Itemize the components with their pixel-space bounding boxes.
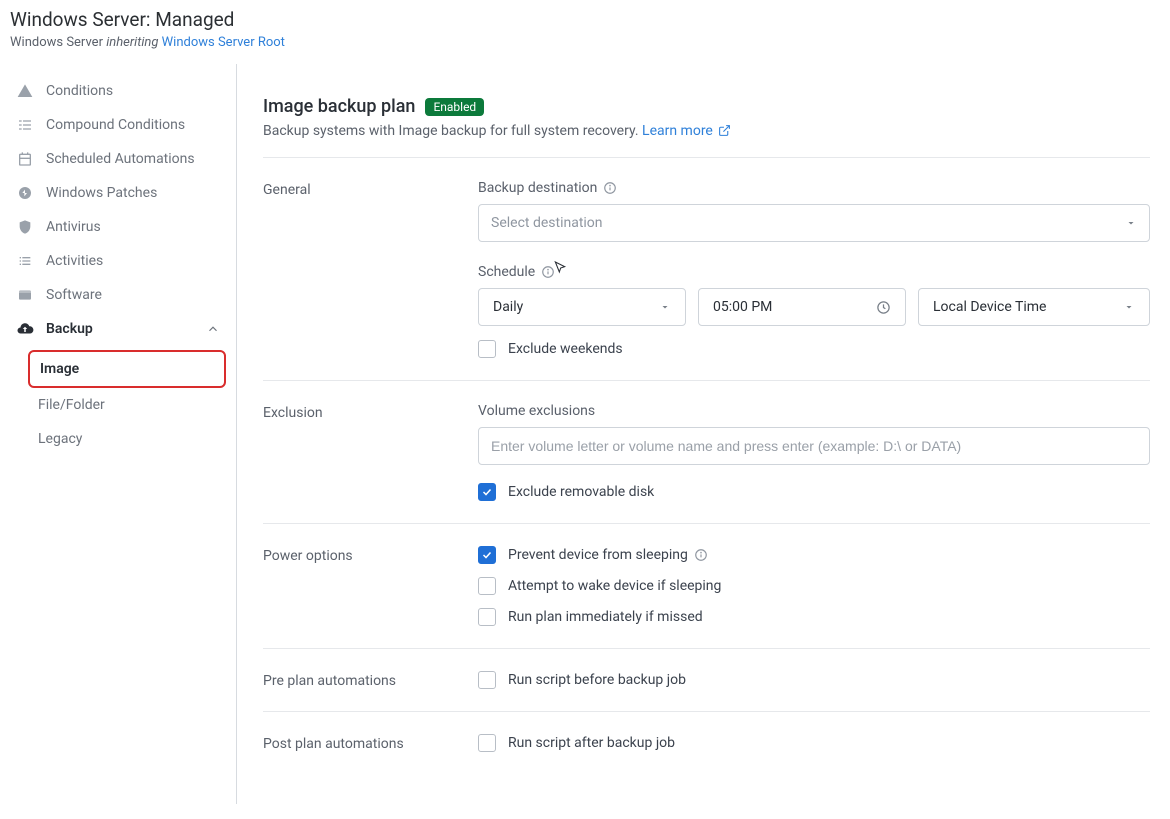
cloud-upload-icon (16, 320, 34, 338)
schedule-frequency-select[interactable]: Daily (478, 288, 686, 326)
caret-down-icon (1125, 217, 1137, 229)
root-link[interactable]: Windows Server Root (162, 35, 285, 50)
section-label-exclusion: Exclusion (263, 403, 478, 501)
sidebar-item-label: Activities (46, 253, 103, 269)
subnav-item-file-folder[interactable]: File/Folder (28, 388, 226, 422)
sidebar-item-software[interactable]: Software (10, 278, 226, 312)
section-label-pre-plan: Pre plan automations (263, 671, 478, 689)
sidebar-item-label: Software (46, 287, 102, 303)
compound-icon (16, 116, 34, 134)
clock-icon (876, 300, 891, 315)
list-icon (16, 252, 34, 270)
volume-exclusions-input-wrap (478, 427, 1150, 465)
section-label-post-plan: Post plan automations (263, 734, 478, 752)
subnav-item-image[interactable]: Image (28, 350, 226, 388)
sidebar-item-activities[interactable]: Activities (10, 244, 226, 278)
prevent-sleep-checkbox[interactable] (478, 546, 496, 564)
exclude-removable-label: Exclude removable disk (508, 484, 654, 500)
sidebar-item-antivirus[interactable]: Antivirus (10, 210, 226, 244)
schedule-label: Schedule (478, 264, 535, 280)
window-icon (16, 286, 34, 304)
plan-description: Backup systems with Image backup for ful… (263, 123, 1150, 139)
sidebar-item-label: Compound Conditions (46, 117, 185, 133)
attempt-wake-label: Attempt to wake device if sleeping (508, 578, 721, 594)
page-title: Windows Server: Managed (10, 8, 1160, 31)
sidebar-item-label: Backup (46, 321, 93, 337)
sidebar-item-label: Windows Patches (46, 185, 157, 201)
backup-destination-label: Backup destination (478, 180, 597, 196)
exclude-weekends-checkbox[interactable] (478, 340, 496, 358)
attempt-wake-checkbox[interactable] (478, 577, 496, 595)
sidebar: Conditions Compound Conditions Scheduled… (0, 64, 237, 804)
learn-more-link[interactable]: Learn more (642, 123, 732, 139)
patch-icon (16, 184, 34, 202)
sidebar-item-label: Scheduled Automations (46, 151, 195, 167)
run-after-checkbox[interactable] (478, 734, 496, 752)
volume-exclusions-label: Volume exclusions (478, 403, 595, 419)
status-badge: Enabled (425, 98, 484, 116)
caret-down-icon (659, 301, 671, 313)
run-before-checkbox[interactable] (478, 671, 496, 689)
chevron-up-icon (206, 322, 220, 336)
volume-exclusions-input[interactable] (491, 438, 1137, 454)
caret-down-icon (1123, 301, 1135, 313)
prevent-sleep-label: Prevent device from sleeping (508, 547, 708, 563)
info-icon[interactable] (694, 548, 708, 562)
sidebar-item-label: Antivirus (46, 219, 101, 235)
run-after-label: Run script after backup job (508, 735, 675, 751)
schedule-timezone-select[interactable]: Local Device Time (918, 288, 1150, 326)
breadcrumb: Windows Server inheriting Windows Server… (10, 35, 1160, 50)
section-label-power: Power options (263, 546, 478, 626)
run-if-missed-checkbox[interactable] (478, 608, 496, 626)
subnav-item-label: Legacy (38, 431, 82, 447)
subnav-item-label: Image (40, 361, 79, 377)
warning-icon (16, 82, 34, 100)
sidebar-item-backup[interactable]: Backup (10, 312, 226, 346)
info-icon[interactable] (603, 181, 617, 195)
section-label-general: General (263, 180, 478, 358)
subtitle-inheriting: inheriting (106, 35, 161, 50)
exclude-weekends-label: Exclude weekends (508, 341, 623, 357)
subnav-item-legacy[interactable]: Legacy (28, 422, 226, 456)
sidebar-item-compound-conditions[interactable]: Compound Conditions (10, 108, 226, 142)
sidebar-item-conditions[interactable]: Conditions (10, 74, 226, 108)
schedule-time-input[interactable]: 05:00 PM (698, 288, 906, 326)
sidebar-item-scheduled-automations[interactable]: Scheduled Automations (10, 142, 226, 176)
info-icon[interactable] (541, 265, 555, 279)
sidebar-item-label: Conditions (46, 83, 113, 99)
calendar-icon (16, 150, 34, 168)
shield-icon (16, 218, 34, 236)
external-link-icon (718, 124, 732, 138)
run-before-label: Run script before backup job (508, 672, 686, 688)
sidebar-item-windows-patches[interactable]: Windows Patches (10, 176, 226, 210)
plan-title: Image backup plan (263, 96, 415, 117)
backup-destination-select[interactable]: Select destination (478, 204, 1150, 242)
exclude-removable-checkbox[interactable] (478, 483, 496, 501)
run-if-missed-label: Run plan immediately if missed (508, 609, 703, 625)
subnav-item-label: File/Folder (38, 397, 105, 413)
subtitle-prefix: Windows Server (10, 35, 106, 50)
